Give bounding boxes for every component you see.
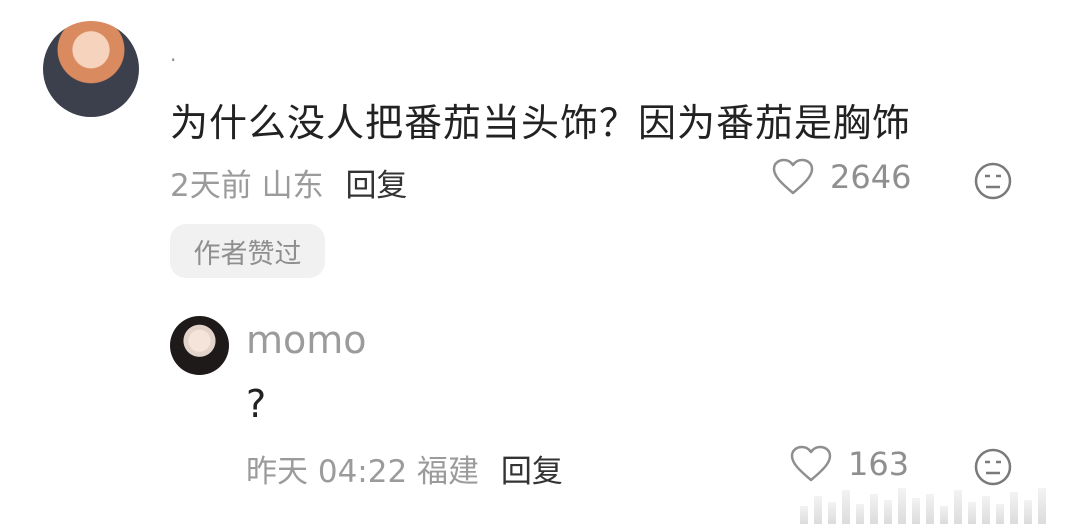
reply-reply-button[interactable]: 回复: [501, 454, 563, 490]
like-button[interactable]: 2646: [772, 158, 911, 196]
reply-like-count: 163: [848, 445, 910, 483]
watermark: [800, 486, 1076, 524]
reply-reaction-button[interactable]: [974, 448, 1012, 490]
reply-user-avatar[interactable]: [170, 316, 229, 375]
like-count: 2646: [830, 158, 912, 196]
reply-meta: 昨天 04:22 福建 回复: [246, 446, 563, 491]
reply-time-location: 昨天 04:22 福建: [246, 454, 480, 490]
heart-outline-icon: [790, 445, 832, 482]
neutral-face-icon: [974, 448, 1012, 486]
comment-text: 为什么没人把番茄当头饰？因为番茄是胸饰: [170, 101, 912, 145]
neutral-face-icon: [974, 162, 1012, 200]
heart-outline-icon: [772, 158, 814, 195]
comment-meta: 2天前 山东 回复: [170, 160, 407, 205]
user-avatar[interactable]: [43, 21, 139, 117]
reply-username[interactable]: momo: [246, 318, 367, 362]
reaction-button[interactable]: [974, 162, 1012, 204]
author-liked-badge: 作者赞过: [170, 224, 325, 278]
comment-username[interactable]: .: [170, 42, 176, 66]
reply-text: ?: [246, 382, 267, 426]
reply-button[interactable]: 回复: [345, 168, 407, 204]
comment-time-location: 2天前 山东: [170, 168, 324, 204]
reply-like-button[interactable]: 163: [790, 445, 909, 483]
